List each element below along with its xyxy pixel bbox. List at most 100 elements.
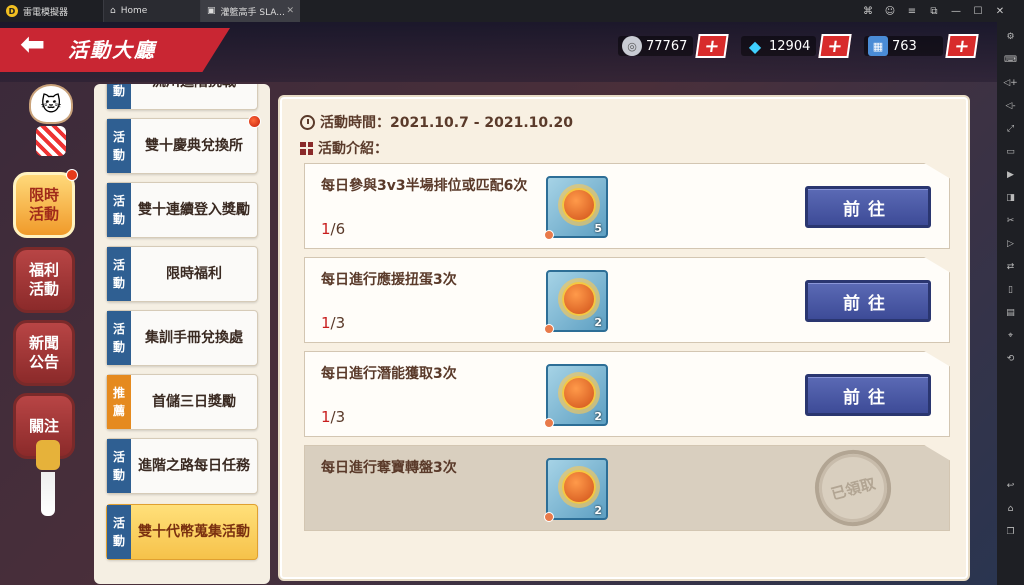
currency-diamonds-value: 12904 [769,38,811,54]
list-item[interactable]: 活動 雙十連續登入獎勵 [106,182,258,238]
folder-icon[interactable]: ▤ [1004,304,1018,321]
reward-indicator-dot [544,512,554,522]
reward-quantity: 5 [594,222,602,235]
category-welfare-events[interactable]: 福利 活動 [13,247,75,313]
category-news-label: 新聞 公告 [28,334,59,371]
category-follow-label: 關注 [28,416,59,435]
emulator-logo: D 雷電模擬器 [0,5,103,18]
rotate-icon[interactable]: ⟲ [1004,350,1018,367]
screen-icon[interactable]: ▭ [1004,143,1018,160]
category-news[interactable]: 新聞 公告 [13,320,75,386]
emulator-logo-icon: D [6,5,18,17]
currency-tickets-pill: ▦ 763 [864,36,943,56]
back-nav-icon[interactable]: ↩ [1004,477,1018,494]
maximize-icon[interactable]: ☐ [972,6,984,17]
tab-game[interactable]: ▣ 灌籃高手 SLA... ✕ [200,0,300,22]
list-item[interactable]: 活動 流川進階挑戰 [106,84,258,110]
restore-icon[interactable]: ⧉ [928,6,940,17]
close-window-icon[interactable]: ✕ [994,6,1006,17]
currency-diamonds: ◆ 12904 + [741,34,853,58]
list-item[interactable]: 活動 限時福利 [106,246,258,302]
event-time-text: 活動時間：2021.10.7 - 2021.10.20 [320,115,573,131]
list-item[interactable]: 活動 集訓手冊兌換處 [106,310,258,366]
tab-home-label: Home [120,6,148,16]
window-controls: ⌘ ☺ ≡ ⧉ — ☐ ✕ [862,0,1024,22]
reward-item[interactable]: 2 [544,458,608,522]
reward-indicator-dot [544,324,554,334]
basketball-icon [562,470,596,504]
fullscreen-icon[interactable]: ⤢ [1004,120,1018,137]
tab-home[interactable]: ⌂ Home [103,0,200,22]
list-item-label: 集訓手冊兌換處 [145,330,243,346]
list-item-label: 雙十連續登入獎勵 [138,202,250,218]
task-card: 每日進行應援扭蛋3次 1/3 2 前往 [304,257,950,343]
task-progress: 1/6 [321,220,346,238]
task-description: 每日參與3v3半場排位或匹配6次 [321,178,528,194]
add-diamonds-button[interactable]: + [818,34,853,58]
recent-apps-icon[interactable]: ❐ [1004,523,1018,540]
category-limited-events[interactable]: 限時 活動 [13,169,78,238]
game-tab-icon: ▣ [207,6,216,16]
add-tickets-button[interactable]: + [945,34,979,58]
volume-down-icon[interactable]: ◁- [1004,97,1018,114]
list-item-label: 雙十代幣蒐集活動 [138,524,250,540]
list-item-tag: 活動 [107,247,131,301]
sync-icon[interactable]: ⇄ [1004,258,1018,275]
tab-game-label: 灌籃高手 SLA... [220,7,285,18]
activity-detail-panel: 活動時間：2021.10.7 - 2021.10.20 活動介紹： 每日參與3v… [278,95,970,581]
list-item[interactable]: 活動 雙十慶典兌換所 [106,115,261,174]
list-item[interactable]: 活動 進階之路每日任務 [106,438,258,494]
event-intro: 活動介紹： [300,138,388,158]
task-card-completed: 每日進行奪寶轉盤3次 2 已領取 [304,445,950,531]
tassel-decoration [34,440,62,520]
go-button[interactable]: 前往 [805,280,931,322]
volume-up-icon[interactable]: ◁+ [1003,74,1017,91]
currency-tickets: ▦ 763 + [864,34,979,58]
list-item-label: 進階之路每日任務 [138,458,250,474]
reward-quantity: 2 [594,316,602,329]
list-item-tag: 活動 [107,505,131,559]
apk-icon[interactable]: ◨ [1004,189,1018,206]
tassel-fringe [41,472,55,516]
home-nav-icon[interactable]: ⌂ [1004,500,1018,517]
claimed-stamp: 已領取 [806,445,900,531]
task-description: 每日進行潛能獲取3次 [321,366,457,382]
task-card: 每日進行潛能獲取3次 1/3 2 前往 [304,351,950,437]
back-arrow-icon[interactable]: ⬅ [20,30,45,60]
event-intro-text: 活動介紹： [318,141,388,157]
category-limited-events-label: 限時 活動 [28,186,59,223]
lucky-cat-decoration: 🐱 [26,84,76,156]
task-progress: 1/3 [321,408,346,426]
list-item[interactable]: 活動 雙十代幣蒐集活動 [106,504,258,560]
video-icon[interactable]: ▷ [1004,235,1018,252]
user-icon[interactable]: ☺ [884,6,896,17]
list-item-label: 限時福利 [166,266,222,282]
settings-icon[interactable]: ⚙ [1004,28,1018,45]
menu-icon[interactable]: ≡ [906,6,918,17]
basketball-icon [562,188,596,222]
list-item-label: 流川進階挑戰 [131,84,257,92]
keyboard-icon[interactable]: ⌨ [1004,51,1018,68]
reward-item[interactable]: 5 [544,176,608,240]
grid-icon [300,141,313,155]
location-icon[interactable]: ⌖ [1004,327,1018,344]
reward-item[interactable]: 2 [544,364,608,428]
scissors-icon[interactable]: ✂ [1004,212,1018,229]
currency-diamonds-pill: ◆ 12904 [741,36,817,56]
go-button[interactable]: 前往 [805,186,931,228]
shake-icon[interactable]: ▯ [1004,281,1018,298]
list-item[interactable]: 推薦 首儲三日獎勵 [106,374,258,430]
event-time: 活動時間：2021.10.7 - 2021.10.20 [300,112,573,132]
close-tab-icon[interactable]: ✕ [286,6,294,16]
reward-indicator-dot [544,418,554,428]
list-item-label: 首儲三日獎勵 [152,394,236,410]
basketball-icon [562,376,596,410]
lucky-cat-body [36,126,66,156]
record-icon[interactable]: ▶ [1004,166,1018,183]
list-item-tag: 活動 [107,439,131,493]
minimize-icon[interactable]: — [950,6,962,17]
reward-item[interactable]: 2 [544,270,608,334]
go-button[interactable]: 前往 [805,374,931,416]
add-coins-button[interactable]: + [695,34,730,58]
gamepad-icon[interactable]: ⌘ [862,6,874,17]
